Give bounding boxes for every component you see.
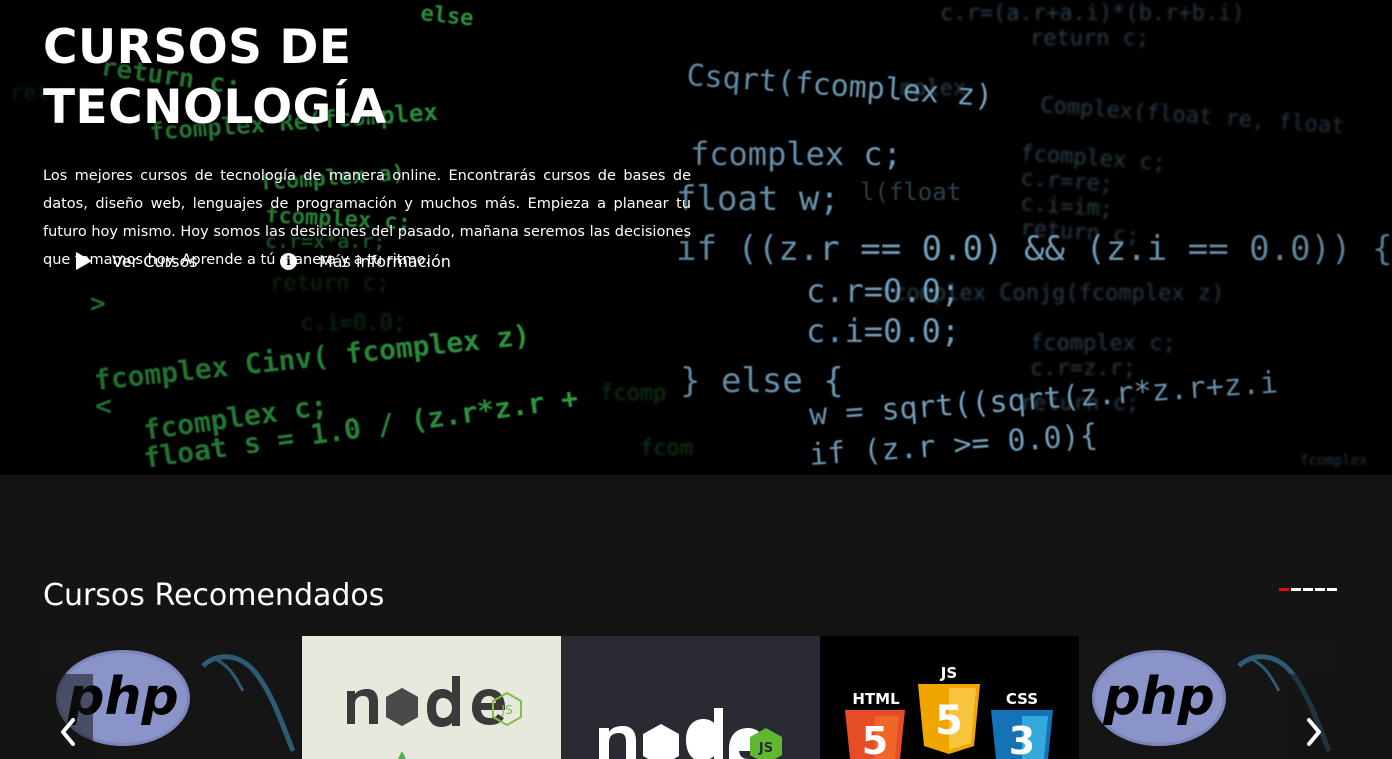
course-card-node[interactable]: JS <box>302 636 561 759</box>
php-logo-text: php <box>1102 667 1214 727</box>
mas-informacion-button[interactable]: i Más información <box>280 246 451 276</box>
hero-content: CURSOS DE TECNOLOGÍA Los mejores cursos … <box>43 18 693 274</box>
info-icon: i <box>280 252 297 270</box>
mas-informacion-label: Más información <box>319 251 451 271</box>
css-logo-label: CSS <box>1006 690 1038 708</box>
pager-dot-3[interactable] <box>1303 588 1313 591</box>
hero-banner: Complex(float re, float fcomplex c; c.r=… <box>0 0 1392 475</box>
svg-text:3: 3 <box>1009 719 1035 759</box>
svg-text:JS: JS <box>758 741 773 756</box>
hero-title: CURSOS DE TECNOLOGÍA <box>43 20 387 135</box>
svg-text:JS: JS <box>500 703 512 717</box>
nodejs-logo-dark: JS <box>561 636 820 759</box>
js-logo-label: JS <box>940 664 957 682</box>
nodejs-logo-light: JS <box>302 636 561 759</box>
html-logo-label: HTML <box>852 690 900 708</box>
chevron-right-icon <box>1307 717 1321 746</box>
carousel-next-button[interactable] <box>1289 674 1339 759</box>
course-card-html-css-js[interactable]: HTML 5 JS 5 CSS 3 <box>820 636 1079 759</box>
ver-cursos-button[interactable]: Ver Cursos <box>58 246 280 276</box>
pager-dot-2[interactable] <box>1291 588 1301 591</box>
section-title: Cursos Recomendados <box>43 578 385 613</box>
carousel-pager <box>1277 588 1337 591</box>
pager-dot-4[interactable] <box>1315 588 1325 591</box>
svg-text:5: 5 <box>935 698 963 744</box>
carousel-prev-button[interactable] <box>43 674 93 759</box>
html-css-js-logos: HTML 5 JS 5 CSS 3 <box>820 636 1079 759</box>
courses-carousel: php JS JS HTML 5 JS 5 CSS 3 php <box>43 636 1339 759</box>
chevron-left-icon <box>61 717 75 746</box>
course-card-node-dark[interactable]: JS <box>561 636 820 759</box>
hero-actions: Ver Cursos i Más información <box>58 246 451 276</box>
svg-text:5: 5 <box>862 719 888 759</box>
pager-dot-1[interactable] <box>1279 588 1289 591</box>
ver-cursos-label: Ver Cursos <box>112 251 198 271</box>
pager-dot-5[interactable] <box>1327 588 1337 591</box>
play-icon <box>76 252 92 270</box>
